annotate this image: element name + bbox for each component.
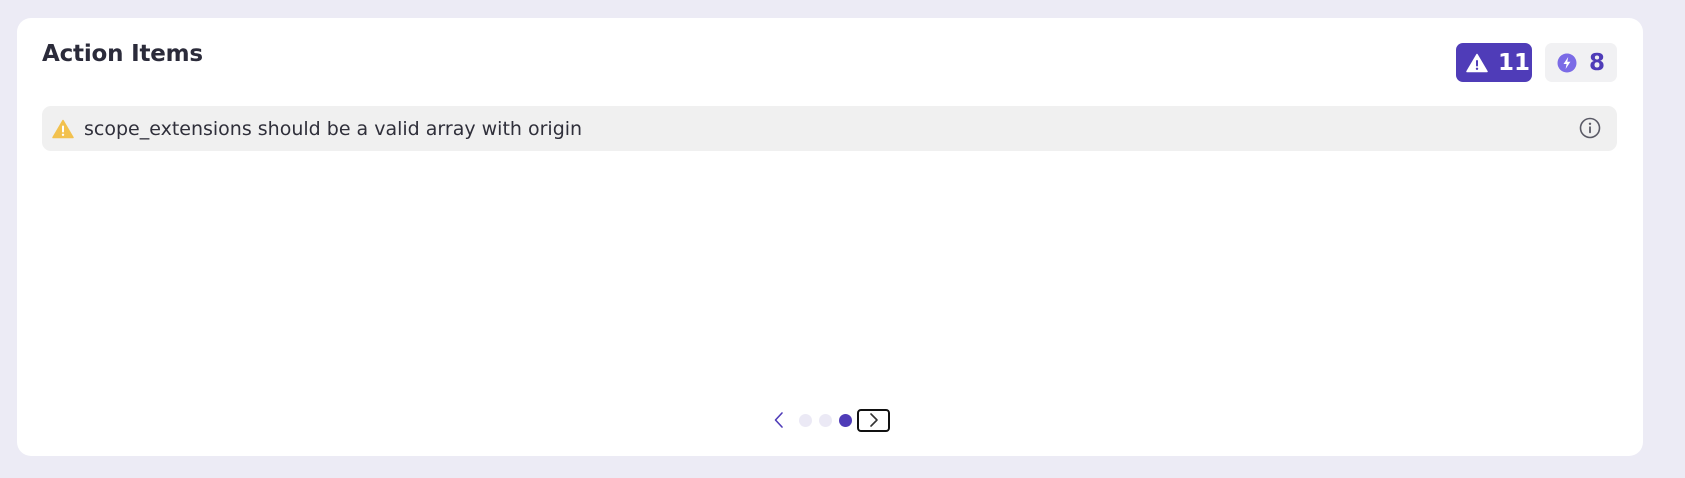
chevron-left-icon bbox=[774, 412, 783, 428]
action-items-card: Action Items 11 8 scope_extensions shoul… bbox=[17, 18, 1643, 456]
page-dot-3[interactable] bbox=[839, 413, 852, 427]
warning-icon bbox=[52, 119, 74, 139]
action-item-text: scope_extensions should be a valid array… bbox=[84, 117, 583, 140]
lightning-icon bbox=[1557, 53, 1577, 72]
action-item: scope_extensions should be a valid array… bbox=[42, 106, 1617, 151]
warnings-badge[interactable]: 11 bbox=[1456, 43, 1532, 82]
warnings-count: 11 bbox=[1498, 49, 1531, 76]
warning-triangle-icon bbox=[1466, 53, 1488, 72]
card-title: Action Items bbox=[42, 41, 203, 67]
page-dot-1[interactable] bbox=[799, 413, 812, 427]
suggestions-count: 8 bbox=[1589, 49, 1606, 76]
info-icon[interactable] bbox=[1579, 117, 1601, 139]
chevron-right-icon bbox=[869, 413, 878, 427]
pagination bbox=[769, 407, 890, 433]
previous-page-button[interactable] bbox=[769, 411, 789, 429]
next-page-button[interactable] bbox=[857, 408, 890, 432]
page-dot-2[interactable] bbox=[819, 413, 832, 427]
suggestions-badge[interactable]: 8 bbox=[1545, 43, 1617, 82]
